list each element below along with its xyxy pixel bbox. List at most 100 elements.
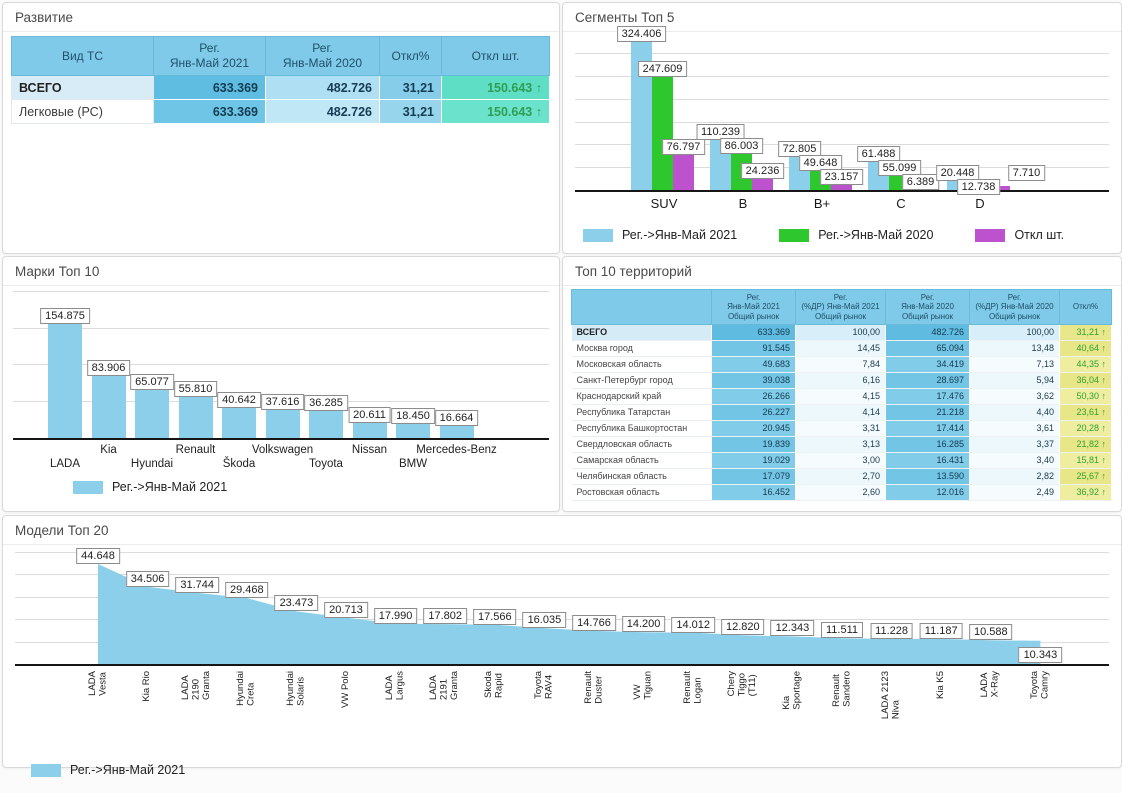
bar-Toyota[interactable]	[309, 411, 343, 438]
table-row[interactable]: ВСЕГО633.369482.72631,21150.643 ↑	[12, 76, 550, 100]
table-row[interactable]: Челябинская область17.0792,7013.5902,822…	[572, 469, 1112, 485]
cell-value: 12.016	[886, 485, 970, 501]
value-label: 29.468	[225, 582, 269, 598]
table-row[interactable]: Республика Башкортостан20.9453,3117.4143…	[572, 421, 1112, 437]
x-tick-label-text: Hyundai Creta	[236, 671, 257, 706]
legend-item: Рег.->Янв-Май 2020	[779, 228, 933, 242]
value-label: 11.187	[920, 623, 963, 639]
bar-BMW[interactable]	[396, 424, 430, 438]
cell-value: 31,21	[380, 100, 442, 124]
x-tick-label-text: Renault Logan	[683, 671, 704, 704]
value-label: 86.003	[720, 138, 764, 154]
column-header: Откл%	[1060, 290, 1112, 325]
cell-territory: Республика Татарстан	[572, 405, 712, 421]
bar-Renault[interactable]	[179, 397, 213, 438]
legend-label: Рег.->Янв-Май 2021	[70, 763, 185, 777]
category-label: Volkswagen	[252, 444, 313, 456]
column-header: Откл шт.	[442, 37, 550, 76]
value-label: 16.035	[523, 612, 567, 628]
up-arrow-icon: ↑	[1102, 375, 1107, 385]
panel-title-development: Развитие	[3, 3, 559, 32]
bar-Volkswagen[interactable]	[266, 410, 300, 438]
x-tick-label: Renault Sandero	[820, 671, 864, 707]
territories-table: Рег. Янв-Май 2021 Общий рынокРег. (%ДР) …	[571, 289, 1112, 501]
x-tick-label-text: LADA 2123 Niva	[881, 671, 902, 719]
table-row[interactable]: Ростовская область16.4522,6012.0162,4936…	[572, 485, 1112, 501]
bar-SUV-series2[interactable]	[673, 155, 694, 190]
table-row[interactable]: ВСЕГО633.369100,00482.726100,0031,21 ↑	[572, 325, 1112, 341]
bar-Nissan[interactable]	[353, 423, 387, 438]
x-tick-label: Kia K5	[919, 671, 963, 699]
value-label: 7.710	[1008, 165, 1046, 181]
table-row[interactable]: Московская область49.6837,8434.4197,1344…	[572, 357, 1112, 373]
cell-value: 7,13	[970, 357, 1060, 373]
cell-value: 14,45	[796, 341, 886, 357]
value-label: 12.738	[957, 179, 1001, 195]
table-row[interactable]: Свердловская область19.8393,1316.2853,37…	[572, 437, 1112, 453]
value-label: 247.609	[638, 61, 688, 77]
brands-chart-plot: 154.875LADA83.906Kia65.077Hyundai55.810R…	[13, 290, 549, 468]
cell-value: 17.414	[886, 421, 970, 437]
cell-value: 100,00	[970, 325, 1060, 341]
legend-swatch-icon	[73, 481, 103, 494]
value-label: 44.648	[76, 548, 120, 564]
development-table-container: Вид ТСРег. Янв-Май 2021Рег. Янв-Май 2020…	[3, 36, 559, 124]
cell-value: 16.285	[886, 437, 970, 453]
table-row[interactable]: Республика Татарстан26.2274,1421.2184,40…	[572, 405, 1112, 421]
table-row[interactable]: Москва город91.54514,4565.09413,4840,64 …	[572, 341, 1112, 357]
bar-Škoda[interactable]	[222, 408, 256, 438]
cell-deviation-pct: 36,04 ↑	[1060, 373, 1112, 389]
bar-SUV-series1[interactable]	[652, 77, 673, 190]
bar-B-series2[interactable]	[752, 179, 773, 190]
table-row[interactable]: Самарская область19.0293,0016.4313,4015,…	[572, 453, 1112, 469]
value-label: 12.343	[771, 620, 815, 636]
panel-segments: Сегменты Топ 5 324.406247.60976.797SUV11…	[562, 2, 1122, 254]
value-label: 11.228	[870, 623, 913, 639]
cell-territory: Самарская область	[572, 453, 712, 469]
column-header: Вид ТС	[12, 37, 154, 76]
column-header: Рег. Янв-Май 2021 Общий рынок	[712, 290, 796, 325]
table-row[interactable]: Легковые (РС)633.369482.72631,21150.643 …	[12, 100, 550, 124]
panel-title-territories: Топ 10 территорий	[563, 257, 1121, 286]
cell-deviation-pct: 44,35 ↑	[1060, 357, 1112, 373]
x-tick-label-text: LADA Largus	[385, 671, 406, 700]
cell-value: 6,16	[796, 373, 886, 389]
development-table: Вид ТСРег. Янв-Май 2021Рег. Янв-Май 2020…	[11, 36, 550, 124]
cell-value: 633.369	[154, 76, 266, 100]
table-header-row: Вид ТСРег. Янв-Май 2021Рег. Янв-Май 2020…	[12, 37, 550, 76]
x-tick-label-text: LADA 2191 Granta	[429, 671, 461, 700]
cell-value: 19.839	[712, 437, 796, 453]
cell-value: 482.726	[266, 76, 380, 100]
x-axis-line	[13, 438, 549, 440]
value-label: 83.906	[87, 360, 131, 376]
bar-Kia[interactable]	[92, 376, 126, 438]
column-header: Рег. Янв-Май 2020 Общий рынок	[886, 290, 970, 325]
value-label: 65.077	[130, 374, 174, 390]
value-label: 14.012	[671, 617, 715, 633]
value-label: 76.797	[662, 139, 706, 155]
table-row[interactable]: Санкт-Петербург город39.0386,1628.6975,9…	[572, 373, 1112, 389]
panel-title-models: Модели Топ 20	[3, 516, 1121, 545]
cell-value: 91.545	[712, 341, 796, 357]
x-tick-label: LADA 2190 Granta	[175, 671, 219, 700]
cell-value: 2,49	[970, 485, 1060, 501]
category-label: Hyundai	[131, 458, 173, 470]
cell-value: 2,60	[796, 485, 886, 501]
bar-LADA[interactable]	[48, 324, 82, 438]
cell-territory: ВСЕГО	[572, 325, 712, 341]
x-axis-line	[15, 664, 1109, 666]
cell-value: 17.476	[886, 389, 970, 405]
x-tick-label: Chery Tiggo (T11)	[721, 671, 765, 696]
table-row[interactable]: Краснодарский край26.2664,1517.4763,6250…	[572, 389, 1112, 405]
models-area-series[interactable]	[15, 547, 1109, 665]
table-header-row: Рег. Янв-Май 2021 Общий рынокРег. (%ДР) …	[572, 290, 1112, 325]
x-tick-label: VW Tiguan	[622, 671, 666, 700]
column-header: Рег. (%ДР) Янв-Май 2021 Общий рынок	[796, 290, 886, 325]
cell-value: 20.945	[712, 421, 796, 437]
x-tick-label-text: Chery Tiggo (T11)	[727, 671, 759, 696]
cell-territory: Краснодарский край	[572, 389, 712, 405]
cell-value: 39.038	[712, 373, 796, 389]
bar-Mercedes-Benz[interactable]	[440, 426, 474, 438]
bar-Hyundai[interactable]	[135, 390, 169, 438]
legend-item: Рег.->Янв-Май 2021	[73, 480, 227, 494]
